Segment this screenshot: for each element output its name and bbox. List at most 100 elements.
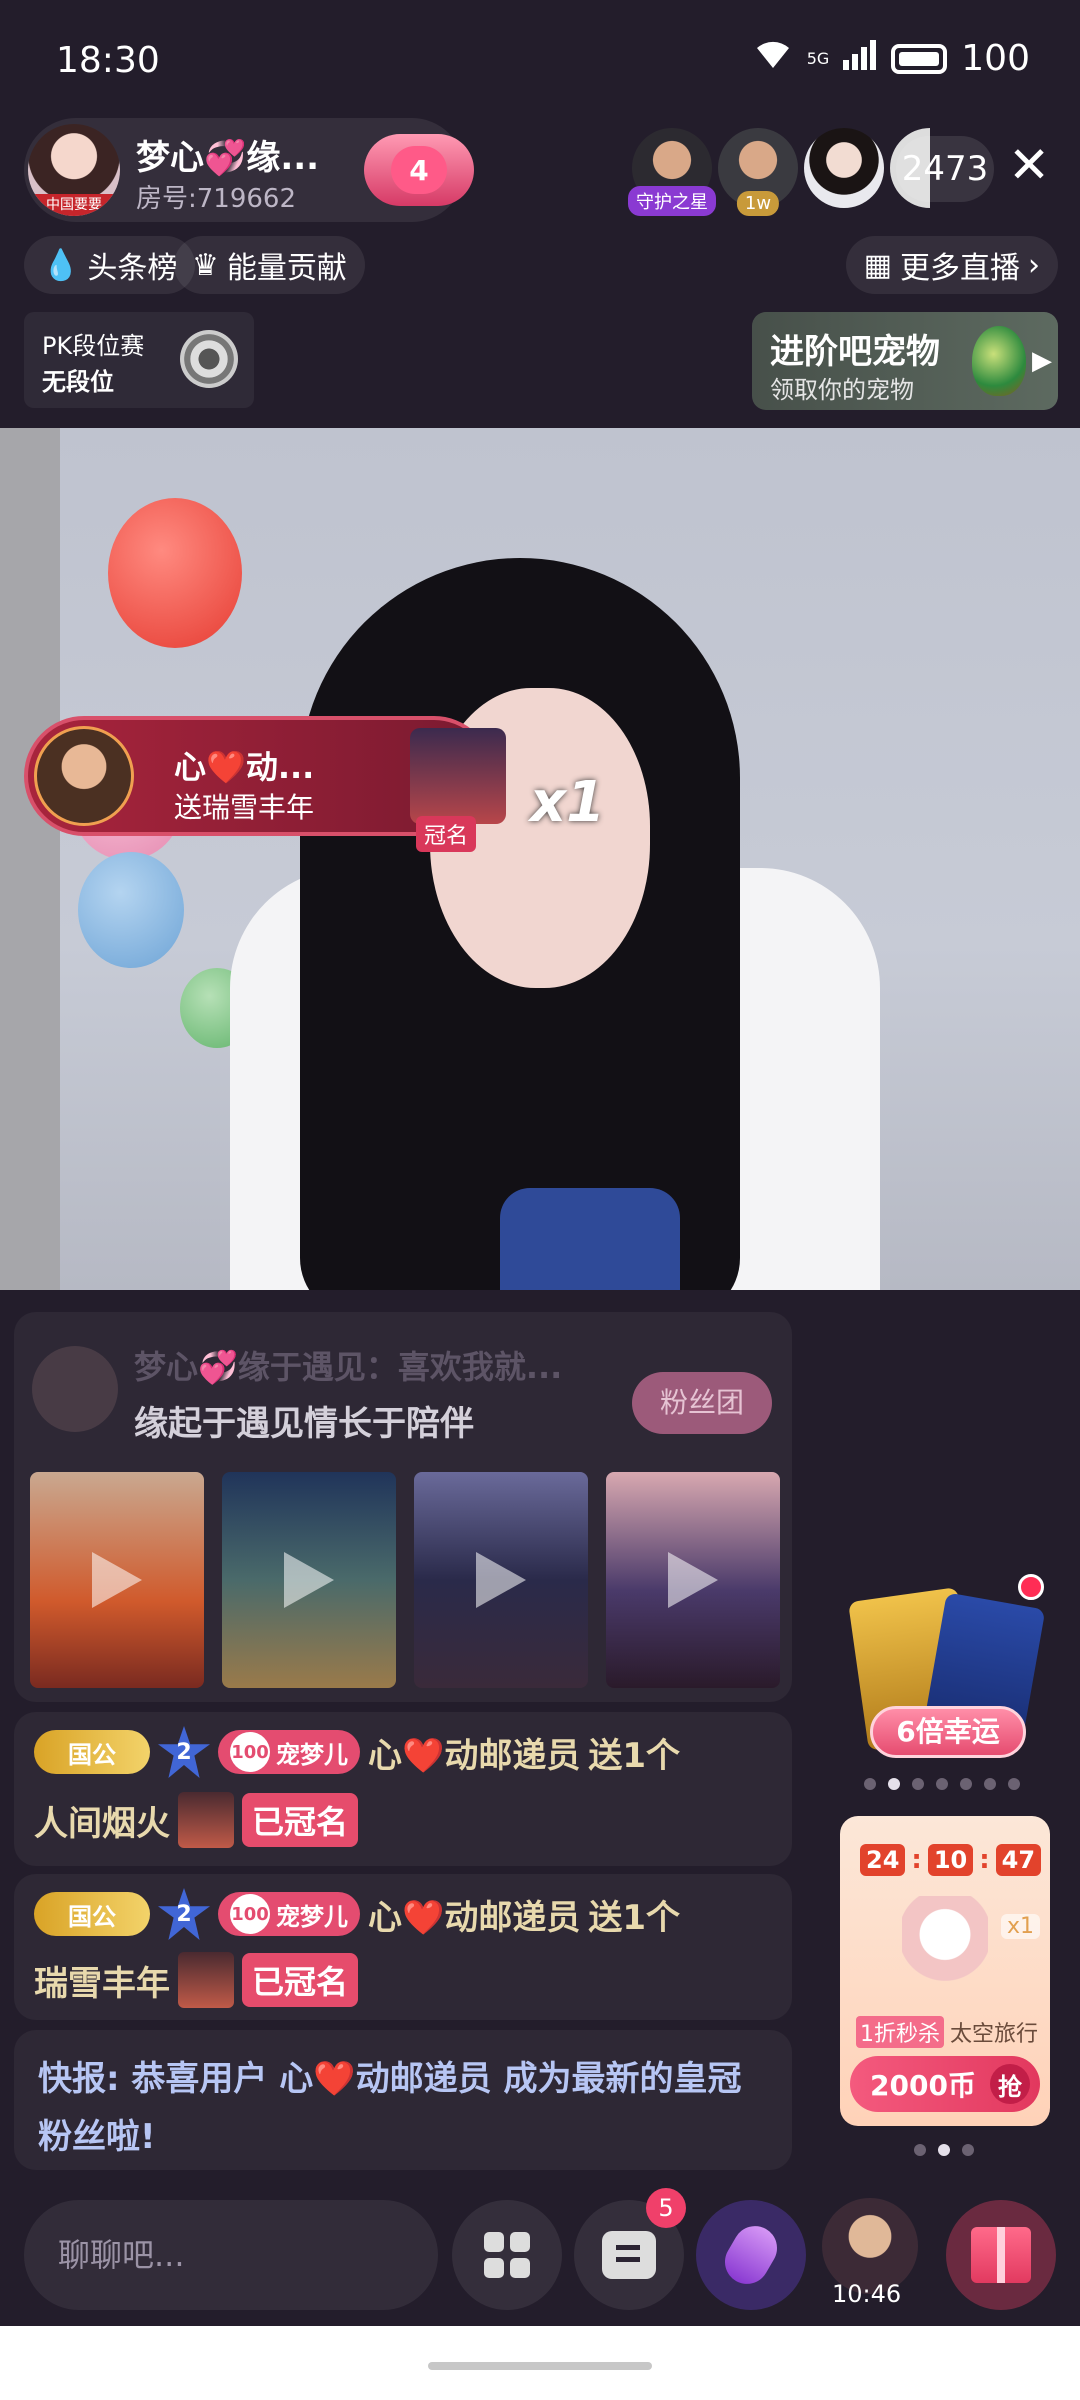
countdown-timer: 24: 10: 47	[860, 1844, 1042, 1876]
video-thumbnail[interactable]	[222, 1472, 396, 1688]
carousel-dot	[984, 1778, 996, 1790]
carousel-dot	[912, 1778, 924, 1790]
lucky-gift-widget[interactable]: 6倍幸运	[848, 1574, 1048, 1764]
more-live-button[interactable]: ▦ 更多直播 ›	[845, 236, 1058, 294]
fan-card-faded-message: 梦心💞缘于遇见：喜欢我就...	[134, 1348, 563, 1386]
more-functions-button[interactable]	[452, 2200, 562, 2310]
flash-sale-widget[interactable]: 24: 10: 47 x1 1折秒杀 太空旅行 2000币 抢	[840, 1816, 1050, 2126]
message-badge: 5	[646, 2188, 686, 2228]
play-icon	[476, 1552, 526, 1608]
messages-button[interactable]: 5	[574, 2188, 686, 2310]
status-right: 5G 100	[753, 38, 1030, 79]
chevron-right-icon: ›	[1028, 247, 1040, 283]
rank-badge: 国公	[34, 1892, 150, 1936]
mic-button[interactable]	[696, 2200, 806, 2310]
live-video[interactable]	[0, 428, 1080, 1290]
play-icon	[92, 1552, 142, 1608]
video-thumbnails	[30, 1472, 780, 1688]
apps-grid-icon	[484, 2232, 530, 2278]
carousel-dot	[960, 1778, 972, 1790]
chat-input[interactable]: 聊聊吧...	[24, 2200, 438, 2310]
carousel-dot	[938, 2144, 950, 2156]
play-icon	[668, 1552, 718, 1608]
carousel-dots	[864, 1778, 1020, 1790]
viewer-avatar[interactable]: 1w	[718, 128, 798, 216]
timed-event-time: 10:46	[832, 2280, 902, 2308]
notification-dot	[1018, 1574, 1044, 1600]
gift-button[interactable]	[946, 2200, 1056, 2310]
chat-message-line-1: 国公 2 100 宠梦儿 心❤️动邮递员 送1个	[34, 1726, 680, 1778]
flash-item-name: 太空旅行	[950, 2022, 1039, 2047]
host-info[interactable]: 中国要要 梦心💞缘... 房号:719662 4	[24, 118, 474, 222]
fan-card-title: 缘起于遇见情长于陪伴	[134, 1404, 474, 1444]
pet-banner-title: 进阶吧宠物	[770, 332, 940, 372]
wifi-icon	[753, 38, 793, 79]
battery-level: 100	[961, 38, 1030, 79]
chat-username[interactable]: 心❤️动邮递员	[368, 1890, 580, 1939]
close-icon[interactable]: ✕	[1008, 140, 1050, 190]
home-indicator[interactable]	[428, 2362, 652, 2370]
viewer-avatar[interactable]: 守护之星	[628, 128, 716, 216]
pet-banner-subtitle: 领取你的宠物	[770, 376, 914, 404]
energy-label: 能量贡献	[226, 251, 347, 286]
pet-badge-level: 100	[230, 1732, 270, 1772]
balloon-red	[108, 498, 242, 648]
lucky-label: 6倍幸运	[870, 1706, 1026, 1758]
grab-label: 抢	[990, 2064, 1030, 2104]
network-label: 5G	[806, 49, 830, 68]
chat-action: 送1个	[588, 1735, 681, 1776]
signal-icon	[843, 38, 877, 79]
pet-badge: 100 宠梦儿	[218, 1730, 360, 1774]
pk-title: PK段位赛	[42, 332, 145, 360]
crowned-tag: 已冠名	[242, 1953, 359, 2007]
pk-rank: 无段位	[42, 368, 114, 396]
video-thumbnail[interactable]	[30, 1472, 204, 1688]
fan-club-button[interactable]: 粉丝团	[632, 1372, 772, 1434]
gifter-name: 心❤️动...	[174, 748, 315, 786]
streamer-sweater	[500, 1188, 680, 1290]
wall-edge	[0, 428, 60, 1290]
news-prefix: 快报: 恭喜用户 心	[38, 2059, 314, 2099]
viewer-avatar[interactable]	[804, 128, 884, 208]
pet-banner[interactable]: 进阶吧宠物 领取你的宠物 ▶	[752, 312, 1058, 410]
chat-message[interactable]: 国公 2 100 宠梦儿 心❤️动邮递员 送1个 瑞雪丰年 已冠名	[14, 1874, 792, 2020]
crown-icon: ♛	[192, 247, 219, 283]
chat-action: 送1个	[588, 1897, 681, 1938]
pet-egg-icon	[972, 326, 1026, 396]
status-bar: 18:30 5G 100	[0, 0, 1080, 120]
video-thumbnail[interactable]	[414, 1472, 588, 1688]
news-flash-message: 快报: 恭喜用户 心❤️动邮递员 成为最新的皇冠粉丝啦!	[14, 2030, 792, 2170]
rank-badge: 国公	[34, 1730, 150, 1774]
microphone-icon	[716, 2218, 786, 2292]
news-flash-text: 快报: 恭喜用户 心❤️动邮递员 成为最新的皇冠粉丝啦!	[38, 2050, 768, 2166]
energy-contribution-button[interactable]: ♛ 能量贡献	[174, 236, 365, 294]
headline-label: 头条榜	[87, 251, 178, 286]
mini-gift-icon	[178, 1952, 234, 2008]
follow-level-badge[interactable]: 4	[364, 134, 474, 206]
chat-username[interactable]: 心❤️动邮递员	[368, 1728, 580, 1777]
chat-message-line-1: 国公 2 100 宠梦儿 心❤️动邮递员 送1个	[34, 1888, 680, 1940]
gift-notification-banner[interactable]: 心❤️动... 送瑞雪丰年 冠名	[24, 716, 506, 852]
host-avatar[interactable]: 中国要要	[28, 124, 120, 216]
chat-message[interactable]: 国公 2 100 宠梦儿 心❤️动邮递员 送1个 人间烟火 已冠名	[14, 1712, 792, 1866]
carousel-dot	[864, 1778, 876, 1790]
timer-hours: 24	[860, 1844, 906, 1876]
astronaut-gift-image	[902, 1896, 988, 2006]
video-thumbnail[interactable]	[606, 1472, 780, 1688]
viewer-count[interactable]: 2473	[896, 136, 994, 202]
pk-rank-panel[interactable]: PK段位赛 无段位	[24, 312, 254, 408]
flash-carousel-dots	[914, 2144, 974, 2156]
gift-crown-tag: 冠名	[416, 816, 477, 852]
pk-rank-icon	[180, 330, 238, 388]
gift-count: x1	[530, 770, 606, 835]
headline-ranking-button[interactable]: 💧 头条榜	[24, 236, 196, 294]
viewer-tag: 守护之星	[628, 186, 716, 216]
flash-buy-button[interactable]: 2000币 抢	[850, 2056, 1040, 2112]
battery-icon	[891, 43, 948, 74]
pet-badge: 100 宠梦儿	[218, 1892, 360, 1936]
host-avatar-badge: 中国要要	[28, 194, 120, 216]
carousel-dot	[962, 2144, 974, 2156]
carousel-dot	[1008, 1778, 1020, 1790]
chat-gift-name: 人间烟火	[34, 1803, 170, 1844]
timer-seconds: 47	[995, 1844, 1042, 1876]
